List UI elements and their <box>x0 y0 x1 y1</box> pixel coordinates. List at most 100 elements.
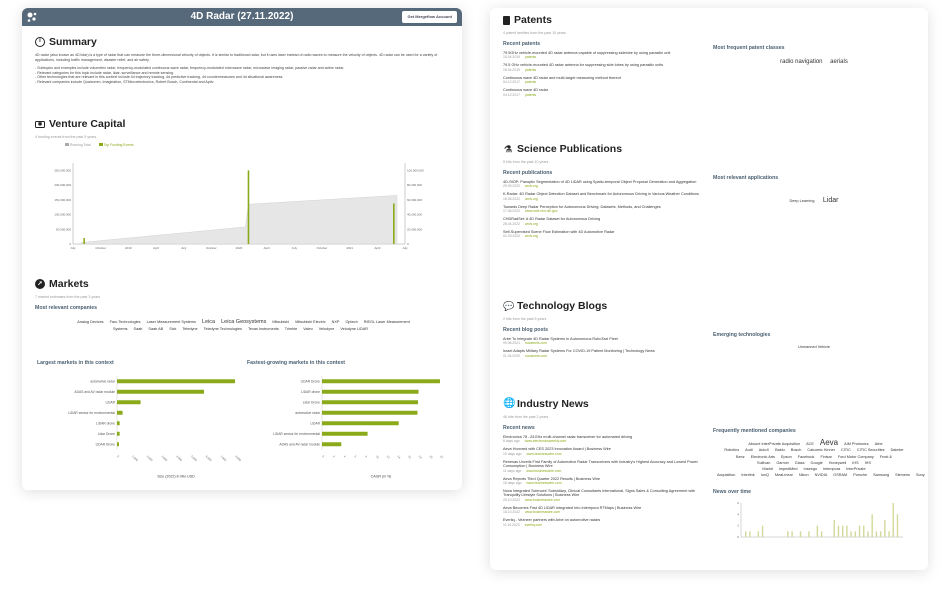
company-tag[interactable]: Garmin <box>776 461 788 465</box>
list-item[interactable]: Aeva Becomes First 4D LiDAR Integrated I… <box>503 506 708 514</box>
company-tag[interactable]: Honeywell <box>829 461 847 465</box>
company-tag[interactable]: Nikon <box>799 473 809 477</box>
company-tag[interactable]: NXP <box>332 320 340 324</box>
company-tag[interactable]: Calcomic Kinner <box>807 448 835 452</box>
company-tag[interactable]: Optech <box>345 320 357 324</box>
company-tag[interactable]: Bosch <box>791 448 802 452</box>
application[interactable]: Lidar <box>823 197 839 204</box>
company-tag[interactable]: Facebook <box>798 455 815 459</box>
company-tag[interactable]: CITIC Securities <box>857 448 885 452</box>
item-source-link[interactable]: www.businesswire.com <box>525 510 560 514</box>
company-tag[interactable]: Epson <box>781 455 792 459</box>
patent-class[interactable]: aerials <box>830 59 848 65</box>
company-tag[interactable]: NVIDIA <box>815 473 828 477</box>
item-source-link[interactable]: www.businesswire.com <box>526 469 561 473</box>
legend-running-total[interactable]: Running Total <box>65 143 91 147</box>
item-source-link[interactable]: patents <box>525 68 536 72</box>
company-tag[interactable]: Mitsubishi <box>272 320 289 324</box>
company-tag[interactable]: Teledyne <box>182 327 197 331</box>
company-tag[interactable]: Leica Geosystems <box>221 319 266 325</box>
company-tag[interactable]: AutoX <box>759 448 769 452</box>
list-item[interactable]: Israel Adapts Military Radar Systems For… <box>503 349 708 357</box>
legend-top-funding[interactable]: Top Funding Events <box>98 143 134 147</box>
company-tag[interactable]: Analog Devices <box>77 320 103 324</box>
company-tag[interactable]: Porsche <box>853 473 867 477</box>
company-tag[interactable]: IHS <box>852 461 858 465</box>
company-tag[interactable]: ACE <box>806 442 814 446</box>
company-tag[interactable]: ImpediMed <box>779 467 798 471</box>
item-source-link[interactable]: patents <box>525 80 536 84</box>
company-tag[interactable]: Sony <box>916 473 925 477</box>
company-tag[interactable]: Faro Technologies <box>110 320 141 324</box>
item-source-link[interactable]: www.businesswire.com <box>526 452 561 456</box>
company-tag[interactable]: Finisar <box>820 455 831 459</box>
emerging-technology[interactable]: Unmanned Vehicle <box>713 345 915 349</box>
company-tag[interactable]: Leica <box>202 319 215 325</box>
list-item[interactable]: CHDRadSet: A 4D Radar Dataset for Autono… <box>503 217 708 225</box>
company-tag[interactable]: Inseego <box>804 467 818 471</box>
company-tag[interactable]: Mitsubishi Electric <box>295 320 325 324</box>
company-tag[interactable]: OSRAM <box>833 473 847 477</box>
list-item[interactable]: Nova Integrated Sciences' Subsidiary, Cl… <box>503 489 708 502</box>
get-account-button[interactable]: Get Mergeflow Account <box>402 11 457 23</box>
company-tag[interactable]: Teledyne Technologies <box>204 327 242 331</box>
company-tag[interactable]: Velodyne LiDAR <box>340 327 368 331</box>
company-tag[interactable]: Siemens <box>895 473 910 477</box>
list-item[interactable]: 79.5GHz vehicle-mounted 4D radar antenna… <box>503 51 703 59</box>
company-tag[interactable]: Aeva <box>820 438 838 447</box>
item-source-link[interactable]: arxiv.org <box>525 197 538 201</box>
item-title[interactable]: Nova Integrated Sciences' Subsidiary, Cl… <box>503 489 708 498</box>
company-tag[interactable]: Samsung <box>873 473 889 477</box>
list-item[interactable]: Renesas Unveils First Family of Automoti… <box>503 460 708 473</box>
list-item[interactable]: Continuous wave 4D radar and multi-targe… <box>503 76 703 84</box>
company-tag[interactable]: Interlink <box>741 473 754 477</box>
item-title[interactable]: Renesas Unveils First Family of Automoti… <box>503 460 708 469</box>
item-source-link[interactable]: patents <box>525 55 536 59</box>
item-source-link[interactable]: arxiv.org <box>525 234 538 238</box>
list-item[interactable]: Towards Deep Radar Perception for Autono… <box>503 205 708 213</box>
item-source-link[interactable]: arxiv.org <box>525 222 538 226</box>
item-source-link[interactable]: nuvamels.com <box>525 341 547 345</box>
patent-class[interactable]: radio navigation <box>780 59 822 65</box>
item-source-link[interactable]: www.businesswire.com <box>526 481 561 485</box>
item-source-link[interactable]: www.electronicsweekly.com <box>525 439 567 443</box>
company-tag[interactable]: Sick <box>169 327 176 331</box>
list-item[interactable]: Self-Supervised Scene Flow Estimation wi… <box>503 230 708 238</box>
company-tag[interactable]: Google <box>811 461 823 465</box>
application[interactable]: Deep Learning <box>790 199 815 203</box>
item-source-link[interactable]: www.businesswire.com <box>525 498 560 502</box>
company-tag[interactable]: CITIC <box>841 448 851 452</box>
company-tag[interactable]: IonQ <box>761 473 769 477</box>
tick-label: 4,000 <box>175 454 183 462</box>
company-tag[interactable]: MeaLinear <box>775 473 793 477</box>
company-tag[interactable]: AIM Photonics <box>844 442 868 446</box>
list-item[interactable]: Continuous wave 4D radar 04.12.2017 patent… <box>503 88 703 96</box>
item-source-link[interactable]: www.ncbi.nlm.nih.gov <box>525 209 558 213</box>
item-source-link[interactable]: patents <box>525 93 536 97</box>
company-tag[interactable]: Laser Measurement Systems <box>147 320 196 324</box>
company-tag[interactable]: Abount InterPrivate Acquisition <box>748 442 800 446</box>
list-item[interactable]: 4D-StOP: Panoptic Segmentation of 4D LiD… <box>503 180 708 188</box>
company-tag[interactable]: Trimble <box>285 327 298 331</box>
company-tag[interactable]: Saab AB <box>148 327 163 331</box>
list-item[interactable]: K-Radar: 4D Radar Object Detection Datas… <box>503 192 708 200</box>
company-tag[interactable]: Electronic Arts <box>751 455 775 459</box>
item-source-link[interactable]: arxiv.org <box>525 184 538 188</box>
item-source-link[interactable]: nuvamels.com <box>525 354 547 358</box>
item-source-link[interactable]: everliq.com <box>525 523 542 527</box>
company-tag[interactable]: Glass <box>795 461 805 465</box>
company-tag[interactable]: Saab <box>134 327 143 331</box>
list-item[interactable]: Arbe To Integrate 4D Radar Systems In Au… <box>503 337 708 345</box>
company-tag[interactable]: Audi <box>745 448 753 452</box>
company-tag[interactable]: Intempora <box>823 467 840 471</box>
company-tag[interactable]: Baidu <box>775 448 785 452</box>
company-tag[interactable]: Valeo <box>303 327 312 331</box>
list-item[interactable]: 79.5 GHz vehicle-mounted 4D radar antenn… <box>503 63 703 71</box>
company-tag[interactable]: Ford Motor Company <box>838 455 874 459</box>
company-tag[interactable]: Texas Instruments <box>248 327 279 331</box>
company-tag[interactable]: Velodyne <box>319 327 335 331</box>
list-item[interactable]: Everliq - Vezneer partners with Arbe on … <box>503 518 708 526</box>
list-item[interactable]: Aeva Reports Third Quarter 2022 Results … <box>503 477 708 485</box>
list-item[interactable]: Aeva Honored with CES 2023 Innovation Aw… <box>503 447 708 455</box>
list-item[interactable]: Electronica 78 - 81GHz multi-channel rad… <box>503 435 708 443</box>
